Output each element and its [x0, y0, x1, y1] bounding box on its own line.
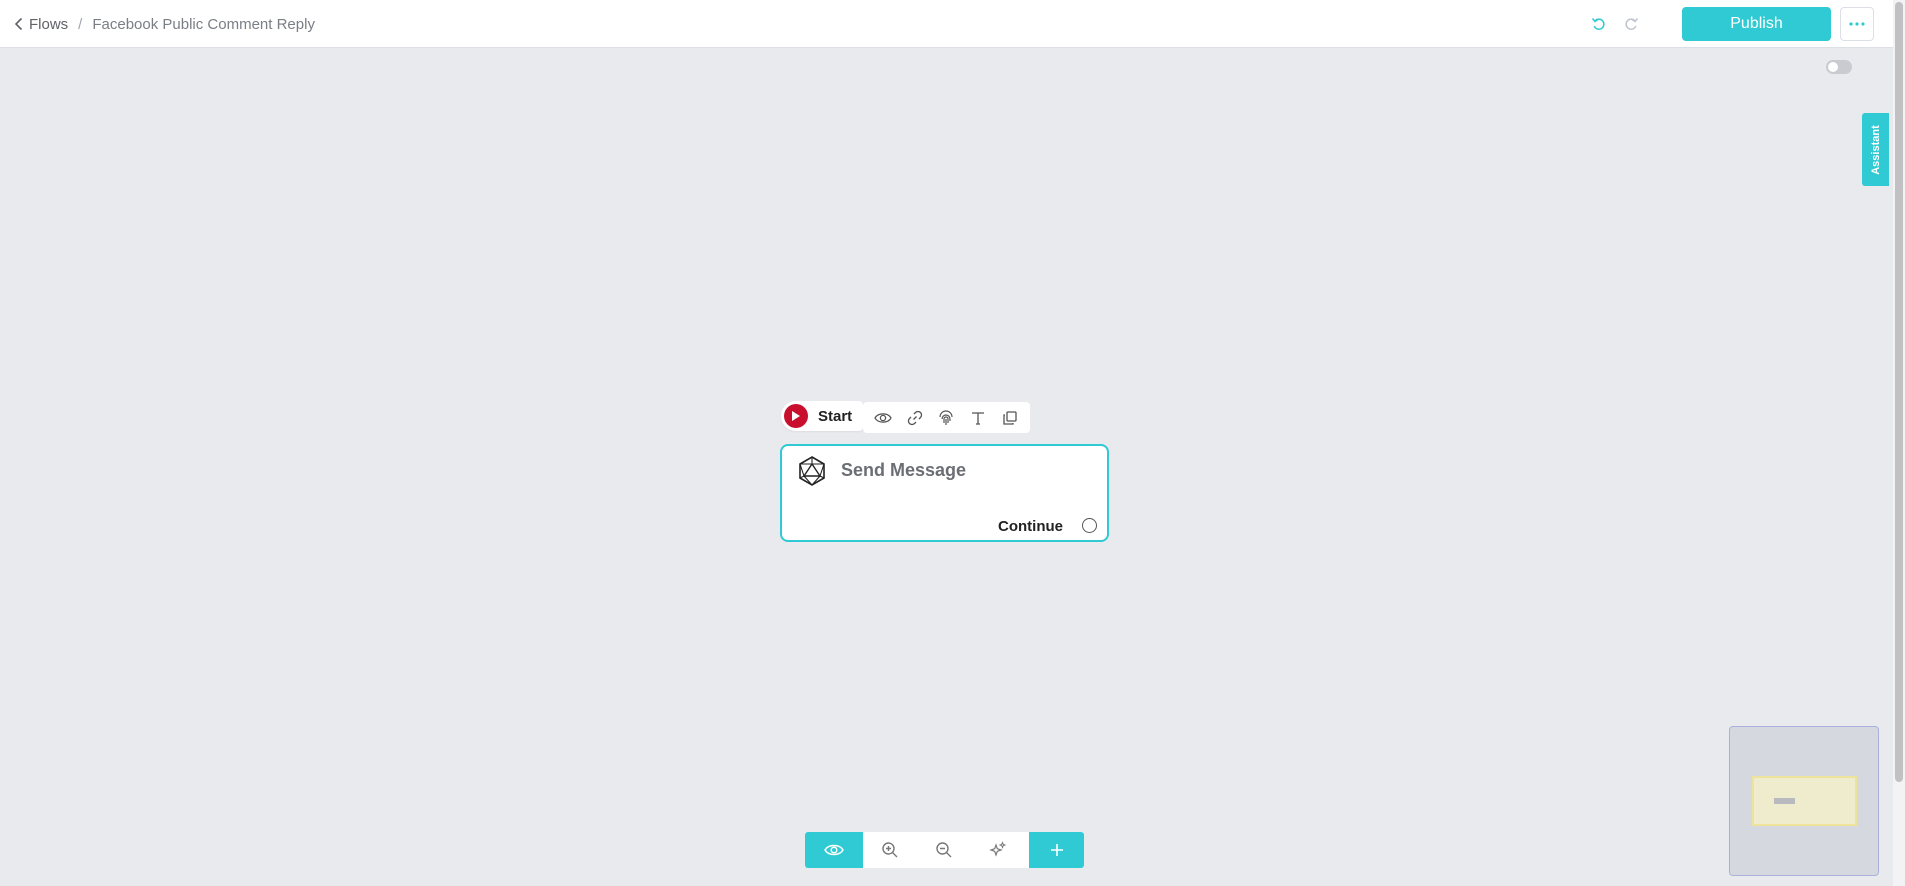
preview-button[interactable]	[805, 832, 863, 868]
scrollbar-thumb[interactable]	[1895, 2, 1903, 782]
fingerprint-icon	[939, 409, 954, 425]
node-title: Send Message	[841, 460, 967, 480]
breadcrumb-flows-label: Flows	[29, 15, 69, 33]
top-bar: Flows / Facebook Public Comment Reply Pu…	[0, 0, 1893, 48]
copy-icon	[1003, 410, 1017, 425]
link-icon	[907, 410, 922, 425]
text-node-button[interactable]	[965, 405, 991, 431]
sparkle-icon	[989, 841, 1007, 857]
play-icon	[784, 404, 808, 428]
ellipsis-icon	[1849, 22, 1865, 26]
assistant-label: Assistant	[1869, 124, 1882, 175]
minimap[interactable]	[1729, 726, 1879, 876]
fingerprint-node-button[interactable]	[933, 405, 959, 431]
zoom-in-button[interactable]	[863, 832, 917, 868]
canvas-bottom-toolbar	[805, 832, 1084, 868]
redo-icon	[1625, 18, 1639, 30]
flow-name: Facebook Public Comment Reply	[92, 15, 315, 33]
toggle-knob	[1828, 62, 1838, 72]
publish-button[interactable]: Publish	[1682, 7, 1831, 41]
send-message-node[interactable]: Send Message Continue	[780, 444, 1109, 542]
back-to-flows-link[interactable]: Flows	[14, 16, 68, 33]
start-label: Start	[818, 407, 853, 425]
canvas-toggle-switch[interactable]	[1826, 60, 1852, 74]
history-controls	[1589, 14, 1641, 34]
zoom-in-icon	[882, 842, 898, 858]
assistant-tab[interactable]: Assistant	[1862, 113, 1889, 186]
breadcrumb: Flows / Facebook Public Comment Reply	[14, 0, 315, 48]
copy-node-button[interactable]	[997, 405, 1023, 431]
link-node-button[interactable]	[902, 405, 928, 431]
add-node-button[interactable]	[1029, 832, 1084, 868]
start-trigger[interactable]: Start	[781, 401, 863, 431]
breadcrumb-separator: /	[78, 15, 83, 33]
undo-button[interactable]	[1589, 14, 1609, 34]
undo-icon	[1591, 18, 1605, 30]
zoom-out-icon	[936, 842, 952, 858]
plus-icon	[1050, 844, 1063, 856]
preview-node-button[interactable]	[870, 405, 896, 431]
minimap-node-marker	[1774, 798, 1795, 804]
icosahedron-icon	[798, 456, 826, 491]
eye-icon	[874, 412, 892, 423]
zoom-out-button[interactable]	[917, 832, 971, 868]
preview-eye-icon	[824, 844, 844, 856]
continue-output-port[interactable]	[1082, 518, 1097, 533]
auto-arrange-button[interactable]	[971, 832, 1025, 868]
more-options-button[interactable]	[1840, 7, 1874, 41]
minimap-viewport[interactable]	[1752, 776, 1857, 826]
redo-button[interactable]	[1621, 14, 1641, 34]
continue-label: Continue	[998, 518, 1063, 535]
node-toolbar	[863, 402, 1030, 433]
text-icon	[972, 411, 985, 425]
chevron-left-icon	[14, 17, 23, 31]
